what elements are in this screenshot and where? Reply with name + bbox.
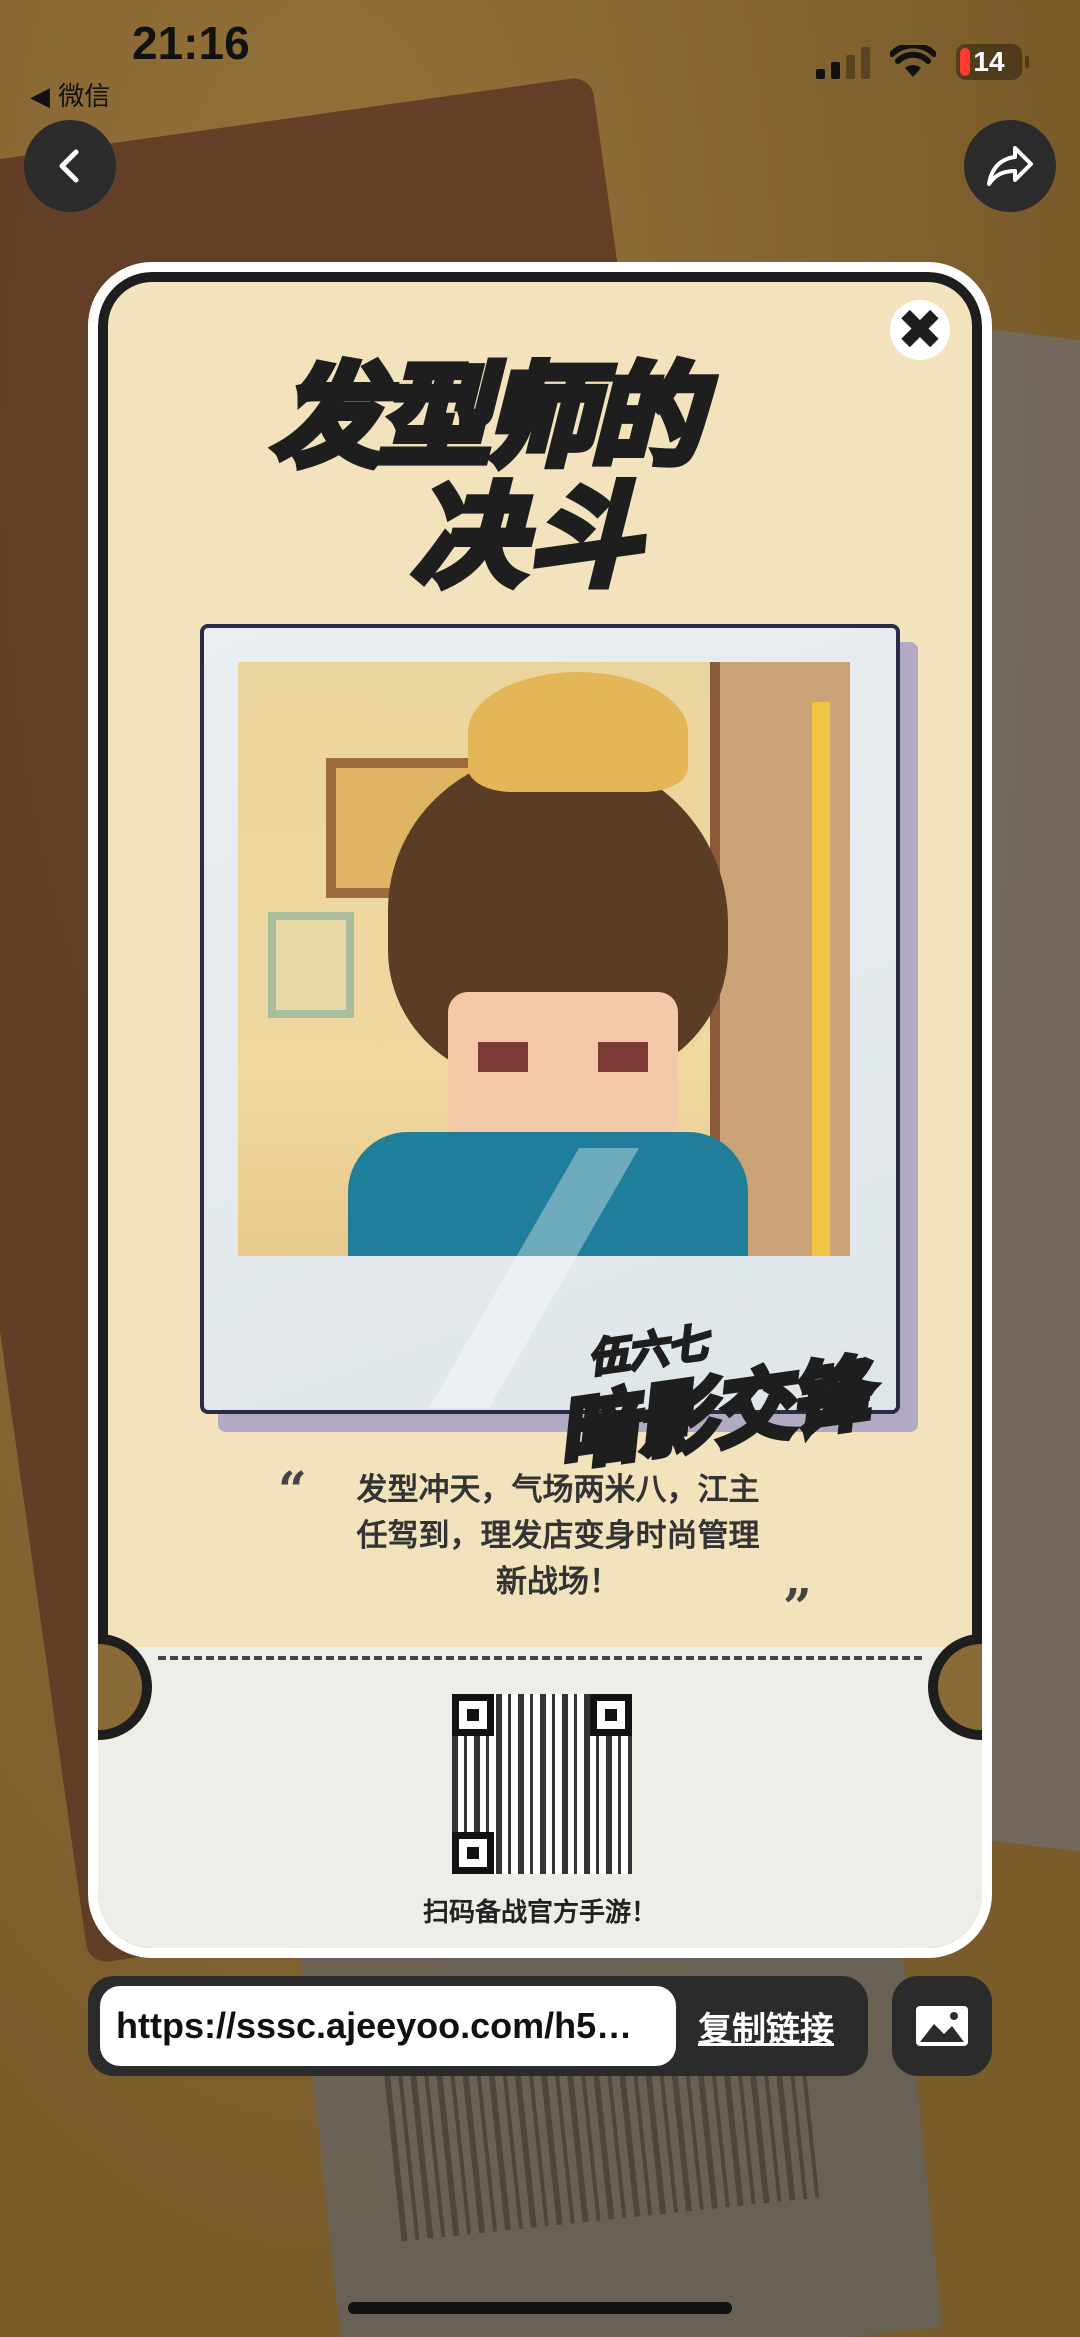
status-icons: 14 [816,36,1029,88]
wifi-icon [890,45,936,77]
close-button[interactable]: ✖ [890,297,950,363]
back-to-app[interactable]: ◀ 微信 [30,76,110,113]
cellular-signal-icon [816,45,870,79]
share-card: ✖ 发型师的 决斗 伍六七 暗影交锋 “ 发型冲天，气场两米八，江主 任驾到，理… [88,262,992,1958]
share-button[interactable] [964,120,1056,212]
home-indicator[interactable] [348,2302,732,2314]
close-icon: ✖ [896,297,944,363]
battery-level: 14 [973,46,1005,77]
logo-line-2: 决斗 [409,469,645,605]
quote-line: 新战场！ [496,1564,620,1600]
quote-close-mark: ” [783,1577,812,1636]
copy-link-button[interactable]: 复制链接 [698,1976,834,2076]
qr-caption: 扫码备战官方手游！ [422,1898,657,1928]
game-logo: 发型师的 决斗 [269,327,813,605]
dashed-divider [158,1656,922,1660]
quote-line: 任驾到，理发店变身时尚管理 [356,1518,760,1554]
link-bar: https://sssc.ajeeyoo.com/h5… 复制链接 [88,1976,868,2076]
polaroid-photo [200,624,900,1414]
battery-icon: 14 [956,44,1029,80]
save-image-button[interactable] [892,1976,992,2076]
image-icon [916,2006,968,2046]
quote-text: 发型冲天，气场两米八，江主 任驾到，理发店变身时尚管理 新战场！ [298,1467,818,1605]
qr-code[interactable] [452,1694,632,1874]
character-illustration [238,662,850,1256]
chevron-left-icon [59,149,79,183]
share-arrow-icon [987,146,1033,186]
url-field[interactable]: https://sssc.ajeeyoo.com/h5… [100,1986,676,2066]
status-time: 21:16 [132,17,250,69]
back-button[interactable] [24,120,116,212]
quote-line: 发型冲天，气场两米八，江主 [356,1472,760,1508]
